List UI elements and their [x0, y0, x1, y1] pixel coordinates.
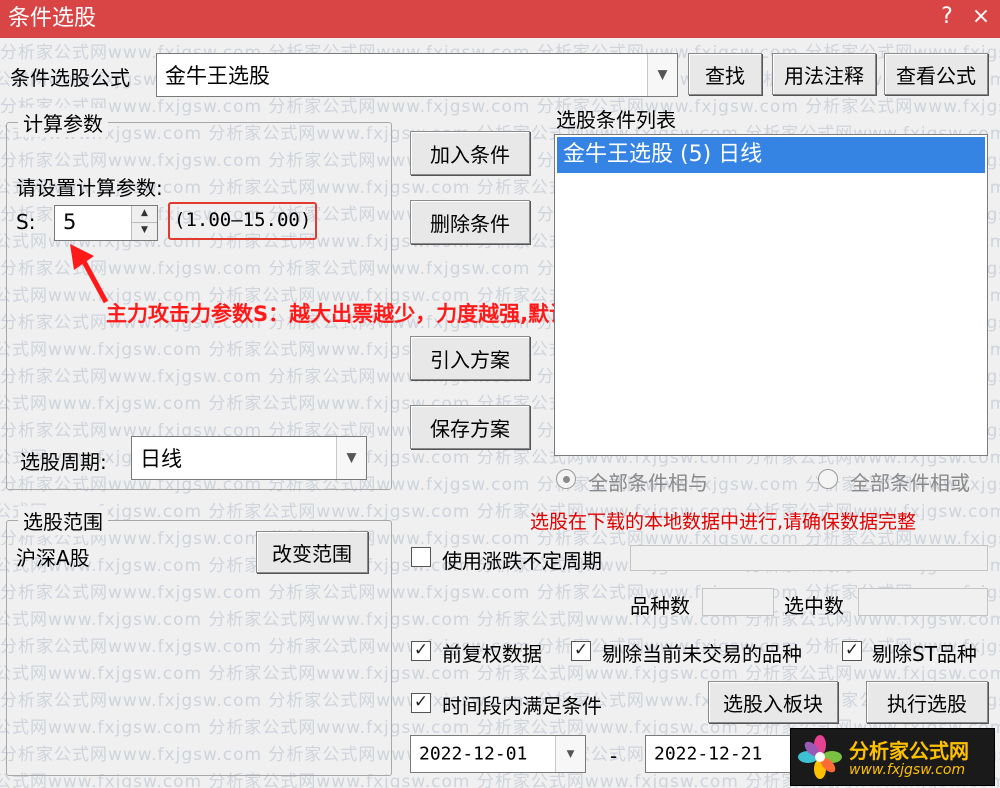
time-range-checkbox[interactable]: ✓	[411, 693, 431, 713]
chevron-down-icon[interactable]: ▼	[647, 54, 677, 96]
save-plan-button[interactable]: 保存方案	[410, 405, 530, 449]
period-value: 日线	[140, 447, 182, 471]
or-radio-label: 全部条件相或	[850, 471, 970, 495]
flower-logo-icon	[798, 735, 842, 779]
s-param-label: S:	[16, 210, 36, 234]
params-prompt: 请设置计算参数:	[16, 176, 163, 200]
title-bar: 条件选股 ? ×	[0, 0, 1000, 38]
check-icon: ✓	[573, 640, 589, 660]
condition-list-title: 选股条件列表	[556, 108, 676, 132]
condition-listbox[interactable]: 金牛王选股 (5) 日线	[554, 134, 988, 456]
s-param-range: (1.00—15.00)	[168, 202, 318, 240]
remove-untraded-checkbox[interactable]: ✓	[571, 641, 591, 661]
start-date-picker[interactable]: 2022-12-01 ▼	[410, 735, 586, 773]
selected-count-field	[858, 588, 988, 616]
end-date-value: 2022-12-21	[654, 743, 763, 765]
data-notice: 选股在下载的本地数据中进行,请确保数据完整	[530, 511, 917, 533]
and-radio-label: 全部条件相与	[588, 471, 708, 495]
formula-value: 金牛王选股	[165, 64, 270, 88]
param-annotation: 主力攻击力参数S：越大出票越少，力度越强,默认为5.	[106, 302, 614, 326]
remove-untraded-label: 剔除当前未交易的品种	[602, 642, 802, 666]
close-button[interactable]: ×	[966, 0, 996, 38]
period-combo[interactable]: 日线 ▼	[131, 436, 367, 480]
forward-adjust-checkbox[interactable]: ✓	[411, 641, 431, 661]
remove-st-checkbox[interactable]: ✓	[842, 641, 862, 661]
uncertain-period-checkbox[interactable]	[411, 547, 431, 567]
end-date-picker[interactable]: 2022-12-21	[645, 735, 795, 773]
spin-down-icon[interactable]: ▼	[132, 223, 157, 240]
spin-up-icon[interactable]: ▲	[132, 206, 157, 223]
change-scope-button[interactable]: 改变范围	[256, 531, 368, 573]
start-date-value: 2022-12-01	[419, 743, 528, 765]
delete-condition-button[interactable]: 删除条件	[410, 200, 530, 244]
scope-title: 选股范围	[18, 506, 108, 535]
uncertain-period-label: 使用涨跌不定周期	[442, 549, 602, 573]
and-radio[interactable]	[556, 469, 576, 489]
s-param-spinner[interactable]: 5 ▲ ▼	[54, 205, 158, 241]
formula-combo[interactable]: 金牛王选股 ▼	[156, 53, 678, 97]
check-icon: ✓	[413, 640, 429, 660]
variety-count-label: 品种数	[630, 594, 690, 618]
add-condition-button[interactable]: 加入条件	[410, 131, 530, 175]
s-param-value: 5	[63, 210, 77, 234]
formula-label: 条件选股公式	[10, 66, 130, 90]
uncertain-period-field[interactable]	[630, 545, 988, 571]
usage-notes-button[interactable]: 用法注释	[772, 53, 876, 95]
date-separator: -	[610, 744, 618, 768]
logo-url: www.fxjgsw.com	[849, 762, 966, 778]
forward-adjust-label: 前复权数据	[442, 642, 542, 666]
or-radio[interactable]	[818, 469, 838, 489]
scope-value: 沪深A股	[16, 546, 90, 570]
logo-name: 分析家公式网	[849, 739, 969, 763]
chevron-down-icon[interactable]: ▼	[555, 736, 585, 772]
time-range-label: 时间段内满足条件	[442, 694, 602, 718]
execute-selection-button[interactable]: 执行选股	[866, 681, 988, 723]
condition-list-item[interactable]: 金牛王选股 (5) 日线	[557, 137, 985, 173]
help-button[interactable]: ?	[932, 0, 962, 38]
chevron-down-icon[interactable]: ▼	[336, 437, 366, 479]
find-button[interactable]: 查找	[688, 53, 762, 95]
check-icon: ✓	[844, 640, 860, 660]
site-logo: 分析家公式网 www.fxjgsw.com	[790, 728, 995, 786]
window-title: 条件选股	[8, 6, 97, 31]
variety-count-field	[702, 588, 774, 616]
period-label: 选股周期:	[20, 450, 107, 474]
selected-count-label: 选中数	[784, 594, 844, 618]
add-to-block-button[interactable]: 选股入板块	[708, 681, 838, 723]
calc-params-title: 计算参数	[18, 108, 108, 137]
remove-st-label: 剔除ST品种	[872, 642, 977, 666]
check-icon: ✓	[413, 692, 429, 712]
view-formula-button[interactable]: 查看公式	[884, 53, 988, 95]
import-plan-button[interactable]: 引入方案	[410, 336, 530, 380]
